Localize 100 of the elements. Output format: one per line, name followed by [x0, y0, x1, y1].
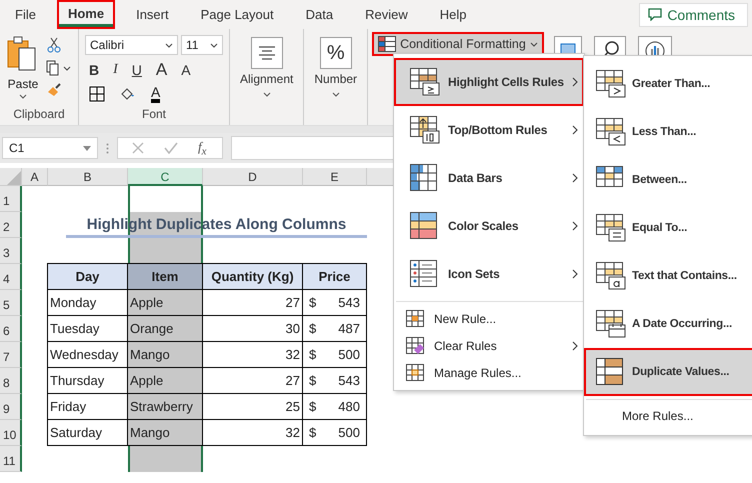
row-header[interactable]: 1 [0, 186, 22, 212]
row-header[interactable]: 8 [0, 368, 22, 394]
row-header[interactable]: 2 [0, 212, 22, 238]
menu-item[interactable]: Clear Rules [394, 332, 584, 359]
greater-than-icon [596, 70, 626, 98]
menu-item[interactable]: A Date Occurring... [584, 300, 752, 348]
less-than-icon [596, 118, 626, 146]
menu-item[interactable]: Top/Bottom Rules [394, 106, 584, 154]
fill-color-icon[interactable] [119, 86, 137, 102]
borders-icon[interactable] [89, 86, 105, 102]
bold-button[interactable]: B [89, 62, 100, 78]
equal-to-icon [596, 214, 626, 242]
table-header-cell: Quantity (Kg) [202, 263, 303, 290]
column-header[interactable]: D [203, 168, 303, 186]
top-ten-icon [410, 116, 440, 144]
currency-symbol: $ [309, 295, 316, 310]
ribbon-tab[interactable]: Insert [125, 0, 180, 28]
group-label: Clipboard [13, 107, 65, 121]
column-header[interactable]: A [22, 168, 48, 186]
column-header[interactable]: C [128, 168, 203, 186]
shrink-font-button[interactable]: A [181, 62, 191, 78]
menu-item[interactable]: More Rules... [584, 403, 752, 429]
column-header[interactable]: B [48, 168, 128, 186]
table-cell: Apple [127, 289, 203, 316]
menu-item[interactable]: Icon Sets [394, 250, 584, 298]
table-cell: 500 [338, 347, 360, 362]
currency-symbol: $ [309, 321, 316, 336]
dropdown-arrow-icon [83, 146, 91, 150]
scissors-icon[interactable] [46, 37, 62, 53]
row-header[interactable]: 4 [0, 264, 22, 290]
menu-item[interactable]: Less Than... [584, 108, 752, 156]
ribbon-tab[interactable]: Home [56, 0, 116, 29]
date-occurring-icon [596, 310, 626, 338]
duplicate-values-icon [596, 358, 626, 386]
table-header-cell: Day [47, 263, 128, 290]
ribbon-tab[interactable]: Page Layout [190, 0, 285, 28]
paste-button[interactable]: Paste [6, 31, 40, 107]
copy-icon[interactable] [46, 60, 72, 76]
ribbon-tab[interactable]: File [4, 0, 47, 28]
menu-item[interactable]: Manage Rules... [394, 359, 584, 386]
name-box[interactable]: C1 [2, 137, 98, 159]
row-header[interactable]: 6 [0, 316, 22, 342]
table-cell: 543 [338, 295, 360, 310]
underline-button[interactable]: U [132, 62, 142, 78]
comment-icon [648, 8, 662, 21]
currency-symbol: $ [309, 399, 316, 414]
table-cell: 500 [338, 425, 360, 440]
icon-sets-icon [410, 260, 440, 288]
alignment-button[interactable]: Alignment [230, 29, 304, 125]
comments-button[interactable]: Comments [639, 2, 748, 26]
color-scales-icon [410, 212, 440, 240]
clear-rules-icon [406, 336, 426, 354]
row-header[interactable]: 11 [0, 446, 22, 472]
caret-icon [210, 42, 218, 48]
row-header[interactable]: 10 [0, 420, 22, 446]
menu-item[interactable]: Color Scales [394, 202, 584, 250]
caret-icon [262, 92, 271, 97]
data-bars-icon [410, 164, 440, 192]
menu-item[interactable]: Greater Than... [584, 60, 752, 108]
caret-icon [19, 94, 27, 99]
ribbon-tab[interactable]: Review [354, 0, 419, 28]
insert-function-button[interactable]: f$_{x}$ [198, 138, 206, 158]
row-header[interactable]: 3 [0, 238, 22, 264]
menu-item[interactable]: Highlight Cells Rules [394, 58, 584, 106]
column-header[interactable]: E [303, 168, 367, 186]
menu-item[interactable]: Equal To... [584, 204, 752, 252]
menu-item[interactable]: Data Bars [394, 154, 584, 202]
table-cell: Orange [127, 315, 203, 342]
currency-symbol: $ [309, 425, 316, 440]
manage-rules-icon [406, 364, 426, 382]
ribbon-tab[interactable]: Help [428, 0, 478, 28]
format-painter-icon[interactable] [46, 83, 62, 99]
row-header[interactable]: 7 [0, 342, 22, 368]
table-cell: 487 [338, 321, 360, 336]
table-cell: 480 [338, 399, 360, 414]
font-size-dropdown[interactable]: 11 [181, 35, 223, 55]
menu-item[interactable]: Between... [584, 156, 752, 204]
row-header[interactable]: 5 [0, 290, 22, 316]
table-cell: 543 [338, 373, 360, 388]
table-header-cell: Item [127, 263, 203, 290]
menu-item[interactable]: Duplicate Values... [584, 348, 752, 396]
table-cell: Mango [127, 341, 203, 368]
row-header[interactable]: 9 [0, 394, 22, 420]
currency-symbol: $ [309, 347, 316, 362]
font-name-dropdown[interactable]: Calibri [85, 35, 178, 55]
menu-item[interactable]: Text that Contains... [584, 252, 752, 300]
grip-icon[interactable] [106, 142, 109, 154]
font-color-button[interactable]: A [151, 85, 160, 103]
number-button[interactable]: % Number [304, 29, 368, 125]
italic-button[interactable]: I [113, 62, 118, 78]
currency-symbol: $ [309, 373, 316, 388]
new-rule-icon [406, 310, 426, 328]
table-header-cell: Price [302, 263, 367, 290]
grow-font-button[interactable]: A [156, 60, 168, 80]
table-cell: Apple [127, 367, 203, 394]
table-cell: Mango [127, 419, 203, 446]
text-contains-icon [596, 262, 626, 290]
ribbon-tab[interactable]: Data [294, 0, 344, 28]
menu-item[interactable]: New Rule... [394, 305, 584, 332]
group-label: Font [142, 107, 166, 121]
